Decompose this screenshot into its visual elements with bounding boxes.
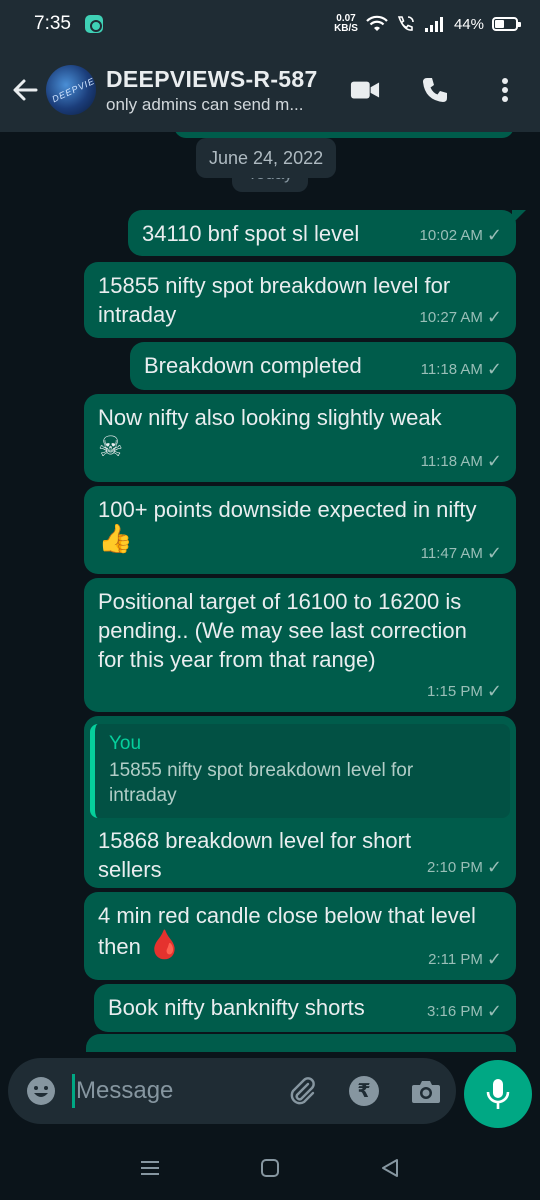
drop-of-blood-emoji: 🩸 xyxy=(146,928,182,961)
home-icon[interactable] xyxy=(257,1155,283,1181)
message-meta: 11:18 AM ✓ xyxy=(421,355,502,384)
quote-text: 15855 nifty spot breakdown level for int… xyxy=(109,760,414,806)
message-text: 34110 bnf spot sl level xyxy=(142,221,360,246)
message-time: 3:16 PM xyxy=(427,1003,483,1020)
input-bar: ₹ xyxy=(0,1052,540,1136)
check-icon: ✓ xyxy=(486,857,502,877)
message-meta: 10:27 AM ✓ xyxy=(420,303,502,332)
date-chip: June 24, 2022 xyxy=(196,138,337,178)
wifi-icon xyxy=(366,15,388,31)
header-info[interactable]: DEEPVIEWS-R-587 only admins can send m..… xyxy=(106,66,350,115)
rupee-icon[interactable]: ₹ xyxy=(348,1075,380,1107)
input-actions: ₹ xyxy=(286,1075,442,1107)
check-icon: ✓ xyxy=(486,681,502,701)
message-time: 11:18 AM xyxy=(420,361,483,378)
check-icon: ✓ xyxy=(486,307,502,327)
message-bubble[interactable]: Breakdown completed 11:18 AM ✓ xyxy=(130,342,516,390)
recent-apps-icon[interactable] xyxy=(137,1155,163,1181)
message-time: 2:10 PM xyxy=(427,859,483,876)
header-actions xyxy=(350,75,520,105)
app-notification-icon xyxy=(84,15,103,33)
message-meta: 1:15 PM ✓ xyxy=(427,677,502,706)
text-cursor xyxy=(72,1074,75,1108)
phone-icon[interactable] xyxy=(420,75,450,105)
message-bubble[interactable]: 100+ points downside expected in nifty 👍… xyxy=(84,486,516,574)
system-nav-bar xyxy=(0,1136,540,1200)
wifi-calling-icon xyxy=(397,16,414,31)
message-bubble[interactable]: Now nifty also looking slightly weak ☠ 1… xyxy=(84,394,516,482)
message-time: 1:15 PM xyxy=(427,683,483,700)
emoji-icon[interactable] xyxy=(26,1076,56,1106)
message-meta: 2:10 PM ✓ xyxy=(427,853,502,882)
check-icon: ✓ xyxy=(486,543,502,563)
message-input-container[interactable]: ₹ xyxy=(8,1058,456,1124)
message-bubble[interactable]: 34110 bnf spot sl level 10:02 AM ✓ xyxy=(128,210,526,256)
more-vert-icon[interactable] xyxy=(490,75,520,105)
message-bubble[interactable]: You 15855 nifty spot breakdown level for… xyxy=(84,716,516,888)
message-text: Now nifty also looking slightly weak xyxy=(98,405,442,430)
message-bubble[interactable]: Positional target of 16100 to 16200 is p… xyxy=(84,578,516,712)
message-text: Book nifty banknifty shorts xyxy=(108,995,365,1020)
avatar[interactable]: DEEPVIEW xyxy=(46,65,96,115)
message-time: 11:18 AM xyxy=(420,453,483,470)
skull-crossbones-emoji: ☠ xyxy=(98,430,124,463)
message-time: 10:02 AM xyxy=(419,227,483,244)
check-icon: ✓ xyxy=(486,1001,502,1021)
network-speed-unit: KB/S xyxy=(334,23,358,34)
check-icon: ✓ xyxy=(486,949,502,969)
back-arrow-icon[interactable] xyxy=(10,75,40,105)
chat-title: DEEPVIEWS-R-587 xyxy=(106,65,318,92)
check-icon: ✓ xyxy=(486,225,502,245)
message-meta: 11:18 AM ✓ xyxy=(421,447,502,476)
message-text: 15868 breakdown level for short sellers xyxy=(98,828,412,882)
message-text: Breakdown completed xyxy=(144,353,362,378)
check-icon: ✓ xyxy=(486,451,502,471)
battery-icon xyxy=(492,17,521,31)
message-bubble-partial xyxy=(86,1034,516,1052)
message-meta: 11:47 AM ✓ xyxy=(421,539,502,568)
chat-subtitle: only admins can send m... xyxy=(106,94,304,114)
battery-percent: 44% xyxy=(453,15,484,33)
message-time: 11:47 AM xyxy=(420,545,483,562)
check-icon: ✓ xyxy=(486,359,502,379)
video-call-icon[interactable] xyxy=(350,75,380,105)
message-input[interactable] xyxy=(76,1077,246,1105)
message-time: 10:27 AM xyxy=(419,309,483,326)
rupee-glyph: ₹ xyxy=(349,1076,379,1106)
chat-header: DEEPVIEW DEEPVIEWS-R-587 only admins can… xyxy=(0,48,540,132)
message-bubble[interactable]: 4 min red candle close below that level … xyxy=(84,892,516,980)
signal-icon xyxy=(424,17,443,32)
status-time: 7:35 xyxy=(34,13,71,34)
paperclip-icon[interactable] xyxy=(286,1075,318,1107)
mic-icon xyxy=(486,1079,510,1109)
message-text: Positional target of 16100 to 16200 is p… xyxy=(98,589,467,672)
quoted-message[interactable]: You 15855 nifty spot breakdown level for… xyxy=(90,724,510,818)
status-bar: 7:35 0.07 KB/S 44% xyxy=(0,0,540,48)
message-meta: 10:02 AM ✓ xyxy=(420,221,502,250)
message-bubble[interactable]: 15855 nifty spot breakdown level for int… xyxy=(84,262,516,338)
chat-area[interactable]: June 24, 2022 Today 34110 bnf spot sl le… xyxy=(0,132,540,1052)
status-right: 0.07 KB/S 44% xyxy=(334,14,521,34)
message-meta: 2:11 PM ✓ xyxy=(428,945,502,974)
camera-icon[interactable] xyxy=(410,1075,442,1107)
message-bubble[interactable]: Book nifty banknifty shorts 3:16 PM ✓ xyxy=(94,984,516,1032)
message-time: 2:11 PM xyxy=(428,951,483,968)
back-nav-icon[interactable] xyxy=(377,1155,403,1181)
network-speed: 0.07 KB/S xyxy=(334,14,358,34)
thumbs-up-emoji: 👍 xyxy=(98,522,133,555)
message-text: 100+ points downside expected in nifty xyxy=(98,497,477,522)
mic-button[interactable] xyxy=(464,1060,532,1128)
quote-author: You xyxy=(109,733,142,754)
avatar-logo-text: DEEPVIEW xyxy=(50,71,96,105)
message-meta: 3:16 PM ✓ xyxy=(427,997,502,1026)
